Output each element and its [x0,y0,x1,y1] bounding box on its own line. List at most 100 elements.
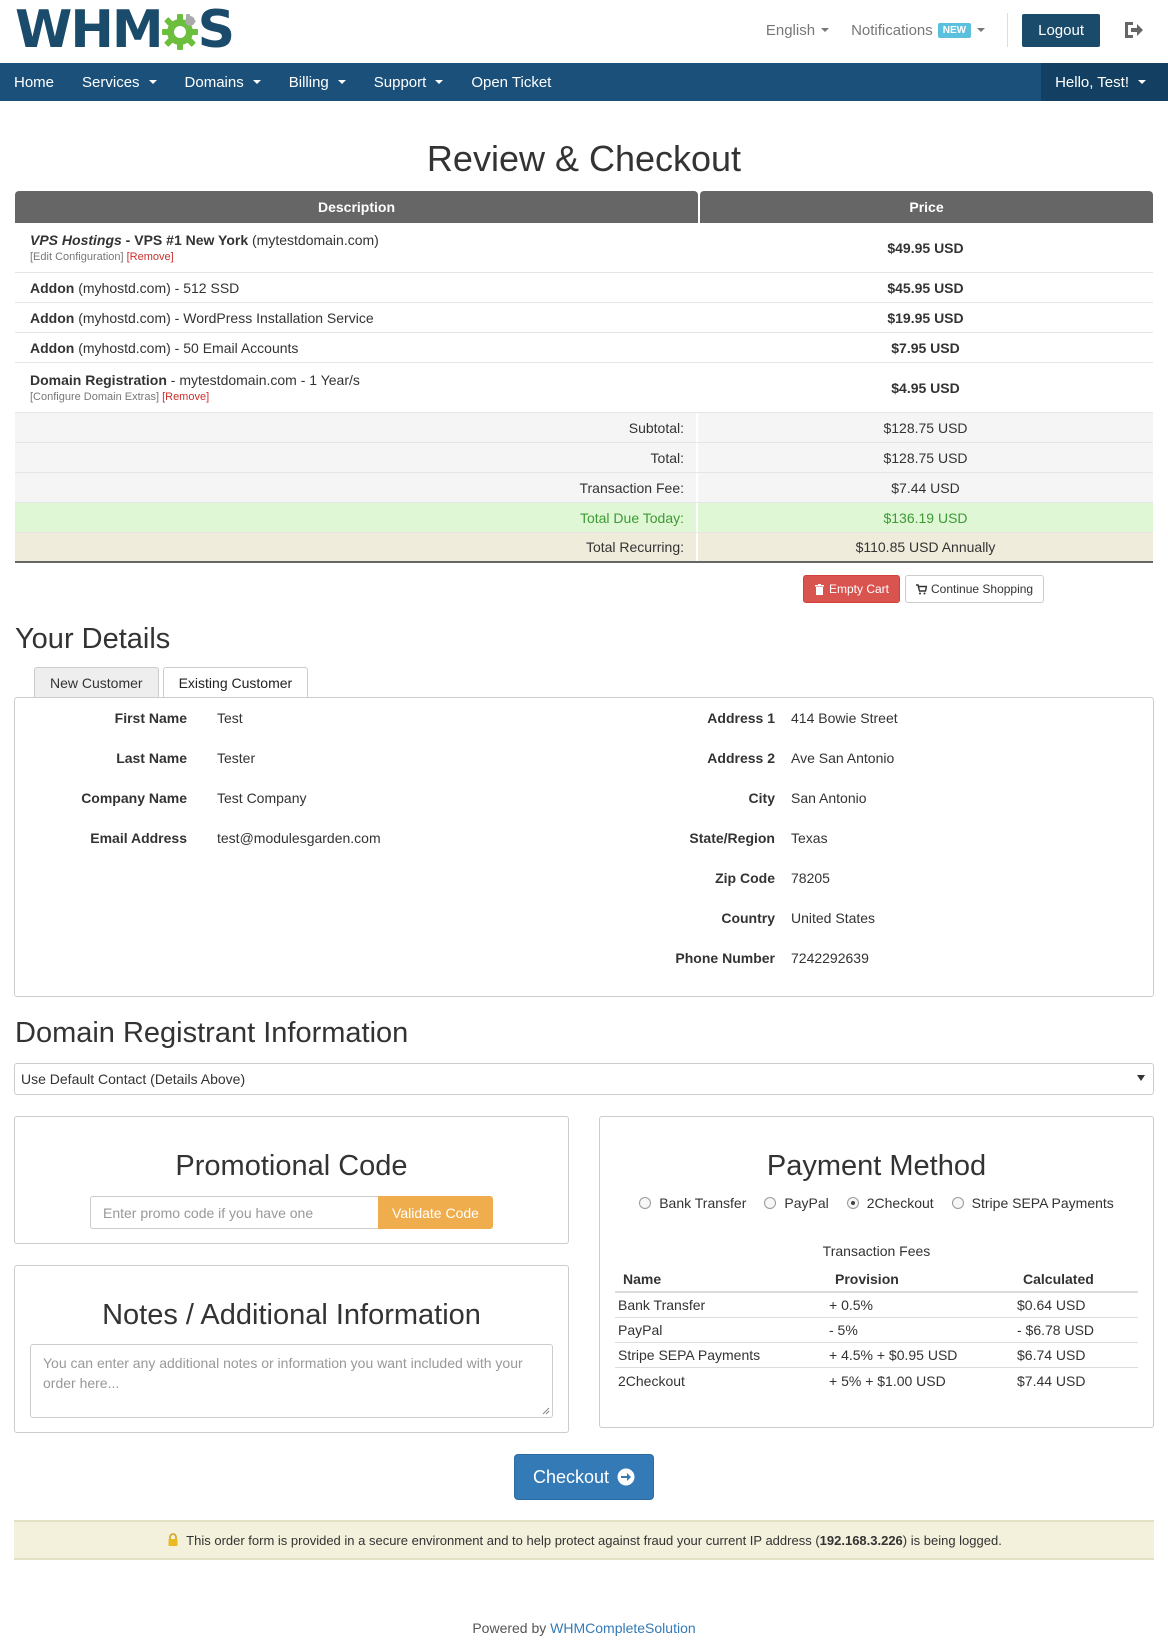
top-header: WHM S English Notifications NEW Logout [0,0,1168,63]
fees-col-name: Name [623,1271,662,1287]
detail-value: United States [791,910,876,926]
fee-calculated: - $6.78 USD [1017,1322,1095,1338]
detail-city: City San Antonio [15,790,1155,810]
whmcs-logo[interactable]: WHM S [15,0,235,60]
item-extra: (myhostd.com) - 512 SSD [74,279,240,296]
arrow-circle-right-icon [617,1468,635,1486]
continue-shopping-button[interactable]: Continue Shopping [905,575,1045,603]
transaction-fees-table: Name Provision Calculated Bank Transfer … [615,1267,1138,1393]
item-group: VPS Hostings [30,232,122,248]
nav-services[interactable]: Services [68,63,171,101]
remove-link[interactable]: [Remove] [162,391,209,403]
fee-provision: + 4.5% + $0.95 USD [829,1347,958,1363]
nav-support[interactable]: Support [360,63,458,101]
logout-icon[interactable] [1122,19,1144,41]
cart-table: Description Price VPS Hostings - VPS #1 … [15,191,1153,563]
nav-billing[interactable]: Billing [275,63,360,101]
chevron-down-icon [1138,80,1146,84]
detail-value: 78205 [791,870,830,886]
chevron-down-icon [435,80,444,84]
detail-label: Country [721,910,775,926]
promo-code-input[interactable]: Enter promo code if you have one [90,1196,380,1229]
fees-col-calculated: Calculated [1023,1271,1094,1287]
secure-text-after: ) is being logged. [902,1532,1002,1548]
item-extra: - mytestdomain.com - 1 Year/s [166,372,360,388]
transaction-fee-label: Transaction Fee: [15,473,698,502]
registrant-selected-value: Use Default Contact (Details Above) [21,1071,246,1087]
promo-title: Promotional Code [175,1150,408,1182]
detail-phone: Phone Number 7242292639 [15,950,1155,970]
subtotal-label: Subtotal: [15,413,698,442]
language-label: English [765,21,816,39]
subtotal-row: Subtotal: $128.75 USD [15,413,1153,443]
powered-by-text: Powered by [472,1620,551,1636]
logo-text-right: S [197,0,235,60]
cart-header: Description Price [15,191,1153,223]
nav-open-ticket[interactable]: Open Ticket [457,63,565,101]
details-panel: First Name Test Last Name Tester Company… [14,697,1154,997]
nav-domains[interactable]: Domains [171,63,275,101]
payment-option-label: PayPal [784,1195,829,1211]
total-due-value: $136.19 USD [883,509,968,526]
nav-support-label: Support [373,73,427,91]
detail-value: Texas [791,830,828,846]
empty-cart-button[interactable]: Empty Cart [803,575,901,603]
checkout-label: Checkout [532,1466,610,1487]
tab-existing-customer[interactable]: Existing Customer [162,667,309,697]
remove-link[interactable]: [Remove] [127,251,174,263]
customer-tabs: New Customer Existing Customer [34,667,312,697]
detail-country: Country United States [15,910,1155,930]
registrant-contact-select[interactable]: Use Default Contact (Details Above) [14,1063,1154,1095]
notes-placeholder: You can enter any additional notes or in… [43,1355,523,1391]
page-title: Review & Checkout [426,138,742,179]
payment-option-2checkout[interactable]: 2Checkout [846,1195,934,1211]
user-greeting: Hello, Test! [1055,73,1129,91]
item-price: $19.95 USD [887,309,964,326]
payment-option-bank-transfer[interactable]: Bank Transfer [639,1195,746,1211]
total-label: Total: [15,443,698,472]
radio-button[interactable] [764,1197,777,1209]
language-dropdown[interactable]: English [765,21,830,39]
tab-new-customer[interactable]: New Customer [34,667,159,697]
notes-textarea[interactable]: You can enter any additional notes or in… [30,1344,553,1418]
fee-provision: + 0.5% [829,1297,873,1313]
whmcs-link[interactable]: WHMCompleteSolution [550,1620,696,1636]
main-navbar: Home Services Domains Billing Support Op… [0,63,1168,101]
fee-provision: + 5% + $1.00 USD [829,1372,946,1389]
edit-configuration-link[interactable]: [Edit Configuration] [30,251,124,263]
radio-button-checked[interactable] [846,1197,859,1209]
fee-calculated: $7.44 USD [1017,1372,1086,1389]
detail-value: San Antonio [791,790,867,806]
logout-button[interactable]: Logout [1022,13,1100,47]
detail-label: Address 1 [707,710,775,726]
cart-item: Addon (myhostd.com) - 512 SSD $45.95 USD [15,273,1153,303]
detail-address-2: Address 2 Ave San Antonio [15,750,1155,770]
checkout-button[interactable]: Checkout [514,1454,654,1500]
fee-provision: - 5% [829,1322,858,1338]
detail-address-1: Address 1 414 Bowie Street [15,710,1155,730]
radio-button[interactable] [639,1197,652,1209]
detail-value: Ave San Antonio [791,750,895,766]
notifications-dropdown[interactable]: Notifications NEW [851,22,986,39]
divider [1007,13,1009,47]
nav-home-label: Home [14,73,55,91]
user-menu[interactable]: Hello, Test! [1041,63,1168,101]
item-price: $45.95 USD [887,279,964,296]
configure-domain-extras-link[interactable]: [Configure Domain Extras] [30,391,159,403]
resize-grip-icon[interactable] [542,1407,550,1415]
payment-option-paypal[interactable]: PayPal [764,1195,829,1211]
validate-code-button[interactable]: Validate Code [378,1196,493,1229]
nav-billing-label: Billing [288,73,329,91]
radio-button[interactable] [951,1197,964,1209]
cart-item: VPS Hostings - VPS #1 New York (mytestdo… [15,223,1153,273]
chevron-down-icon [1137,1075,1145,1081]
item-name: Addon [30,309,75,326]
nav-home[interactable]: Home [0,63,68,101]
cart-item: Addon (myhostd.com) - WordPress Installa… [15,303,1153,333]
item-extra: (mytestdomain.com) [248,232,379,248]
gear-icon [161,14,198,50]
payment-option-stripe-sepa[interactable]: Stripe SEPA Payments [951,1195,1114,1211]
subtotal-value: $128.75 USD [883,419,968,436]
total-recurring-value: $110.85 USD Annually [855,539,996,555]
fee-name: Stripe SEPA Payments [618,1347,761,1363]
